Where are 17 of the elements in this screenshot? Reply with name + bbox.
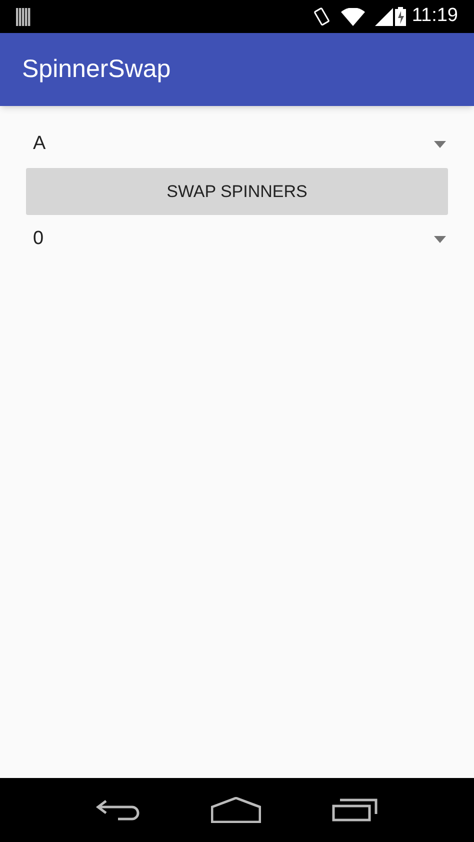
wifi-icon: [340, 8, 365, 26]
dropdown-value: A: [33, 132, 46, 156]
dropdown[interactable]: A: [26, 120, 448, 168]
dropdown-arrow-icon: [434, 236, 446, 242]
vibrate-icon: [312, 6, 331, 26]
status-time: 11:19: [412, 4, 458, 28]
dropdown-value: 0: [33, 226, 44, 251]
battery-icon: [394, 7, 406, 26]
barcode-icon: [16, 8, 32, 26]
dropdown[interactable]: 0: [26, 215, 448, 263]
dropdown-arrow-icon: [434, 140, 446, 148]
app-title: SpinnerSwap: [22, 54, 171, 85]
recent-apps-icon[interactable]: [332, 798, 378, 822]
swap-button[interactable]: SWAP SPINNERS: [26, 168, 448, 215]
back-icon[interactable]: [96, 799, 140, 821]
home-icon[interactable]: [210, 797, 261, 823]
signal-icon: [374, 8, 393, 26]
